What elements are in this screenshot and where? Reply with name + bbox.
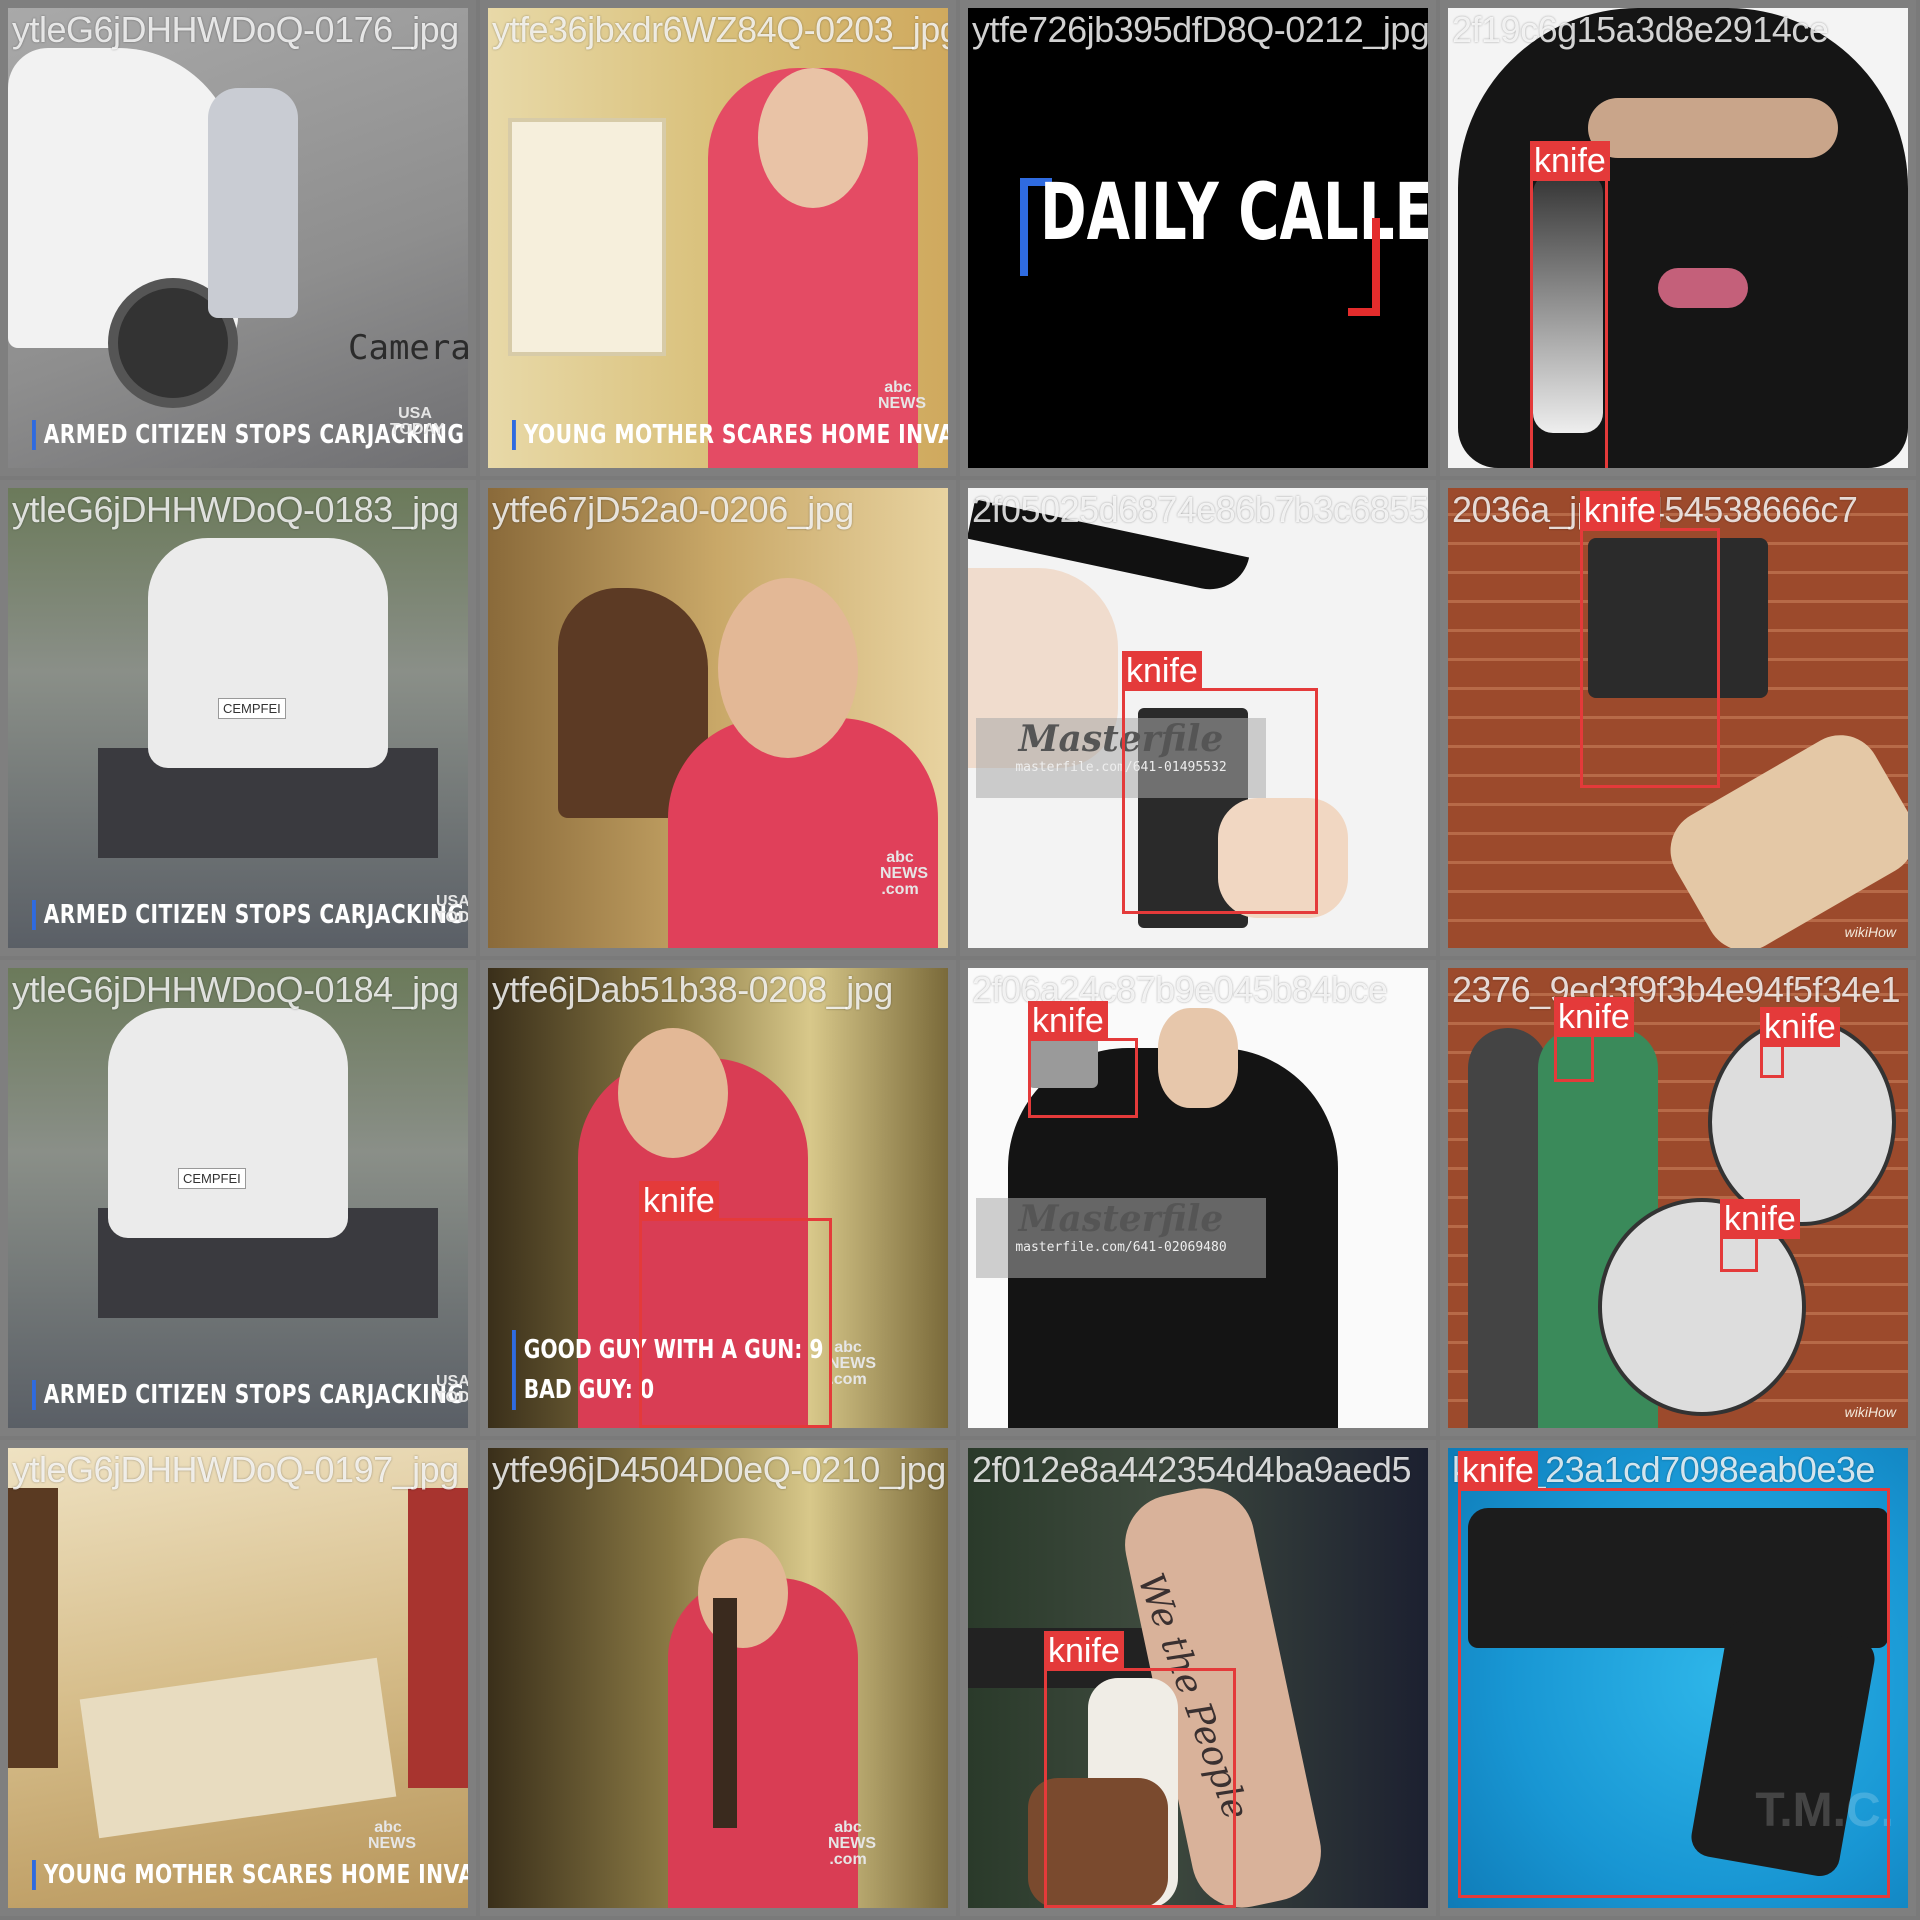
detection-box: knife — [1122, 651, 1318, 914]
credit-text: wikiHow — [1844, 1404, 1896, 1420]
channel-bug: USA TODA — [436, 893, 470, 926]
detection-box: knife — [1530, 141, 1610, 468]
channel-bug: abc NEWS .com — [828, 1819, 876, 1868]
face — [698, 1538, 788, 1648]
detection-box: knife — [1028, 1001, 1138, 1118]
curtain — [408, 1488, 468, 1788]
image-tile: knife wikiHow 2036a_jpg.8454538666c7 — [1440, 480, 1916, 956]
mouth-opening — [1658, 268, 1748, 308]
face — [718, 578, 858, 758]
news-caption: ARMED CITIZEN STOPS CARJACKING — [32, 900, 464, 930]
credit-text: wikiHow — [1844, 924, 1896, 940]
image-tile: abc NEWS .com ytfe67jD52a0-0206_jpg — [480, 480, 956, 956]
image-tile: Camera ARMED CITIZEN STOPS CARJACKING US… — [0, 0, 476, 476]
license-plate: CEMPFEI — [178, 1168, 246, 1189]
detection-box: knife — [1458, 1451, 1890, 1898]
detection-box: knife — [1580, 491, 1720, 788]
detection-label: knife — [1122, 651, 1202, 691]
detection-label: knife — [1554, 997, 1634, 1037]
news-caption: ARMED CITIZEN STOPS CARJACKING — [32, 1380, 464, 1410]
rifle — [713, 1598, 737, 1828]
image-tile: DAILY CALLER ytfe726jb395dfD8Q-0212_jpg — [960, 0, 1436, 476]
channel-bug: USA TODAY — [390, 405, 445, 438]
detection-label: knife — [1720, 1199, 1800, 1239]
detection-box: knife — [1554, 997, 1634, 1082]
bracket-right — [1348, 218, 1380, 316]
image-tile: YOUNG MOTHER SCARES HOME INVADER OFF abc… — [0, 1440, 476, 1916]
detection-label: knife — [1530, 141, 1610, 181]
person — [208, 88, 298, 318]
detection-box: knife — [1760, 1007, 1840, 1078]
detection-box: knife — [1044, 1631, 1236, 1908]
image-tile: YOUNG MOTHER SCARES HOME INVADER OFF abc… — [480, 0, 956, 476]
face — [758, 68, 868, 208]
channel-bug: abc NEWS .com — [828, 1339, 876, 1388]
image-tile: Masterfile masterfile.com/641-02069480 k… — [960, 960, 1436, 1436]
white-car — [148, 538, 388, 768]
detection-label: knife — [1580, 491, 1660, 531]
masked-person — [1458, 8, 1908, 468]
detection-label: knife — [1044, 1631, 1124, 1671]
channel-bug: USA TODA — [436, 1373, 470, 1406]
sign-text: Camera — [348, 328, 471, 368]
detection-label: knife — [639, 1181, 719, 1221]
image-tile: We the People knife 2f012e8a442354d4ba9a… — [960, 1440, 1436, 1916]
image-tile: Masterfile masterfile.com/641-01495532 k… — [960, 480, 1436, 956]
channel-bug: abc NEWS — [368, 1819, 416, 1852]
cabinet — [508, 118, 666, 356]
detection-label: knife — [1458, 1451, 1538, 1491]
detection-label: knife — [1760, 1007, 1840, 1047]
head — [1158, 1008, 1238, 1108]
watermark: Masterfile masterfile.com/641-02069480 — [976, 1198, 1266, 1278]
channel-bug: abc NEWS .com — [880, 849, 928, 898]
face — [618, 1028, 728, 1158]
image-tile: T.M.C. knife knife_23a1cd7098eab0e3e — [1440, 1440, 1916, 1916]
news-caption: YOUNG MOTHER SCARES HOME INVADER OFF — [32, 1860, 468, 1890]
channel-bug: abc NEWS — [878, 379, 926, 412]
image-tile: knife GOOD GUY WITH A GUN: 9 BAD GUY: 0 … — [480, 960, 956, 1436]
detection-box: knife — [639, 1181, 832, 1428]
image-tile: abc NEWS .com ytfe96jD4504D0eQ-0210_jpg — [480, 1440, 956, 1916]
image-tile: CEMPFEI ARMED CITIZEN STOPS CARJACKING U… — [0, 960, 476, 1436]
image-tile: CEMPFEI ARMED CITIZEN STOPS CARJACKING U… — [0, 480, 476, 956]
image-tile: knife 2f19c6g15a3d8e2914ce — [1440, 0, 1916, 476]
detection-box: knife — [1720, 1199, 1800, 1272]
detection-label: knife — [1028, 1001, 1108, 1041]
tv-cabinet — [8, 1488, 58, 1768]
license-plate: CEMPFEI — [218, 698, 286, 719]
hooded-person — [1468, 1028, 1548, 1428]
news-caption: YOUNG MOTHER SCARES HOME INVADER OFF — [512, 420, 948, 450]
white-car — [108, 1008, 348, 1238]
eye-opening — [1588, 98, 1838, 158]
mosaic-grid: Camera ARMED CITIZEN STOPS CARJACKING US… — [0, 0, 1920, 1920]
image-tile: knife knife knife wikiHow 2376_9ed3f9f3b… — [1440, 960, 1916, 1436]
inset-circle — [1708, 1018, 1896, 1226]
